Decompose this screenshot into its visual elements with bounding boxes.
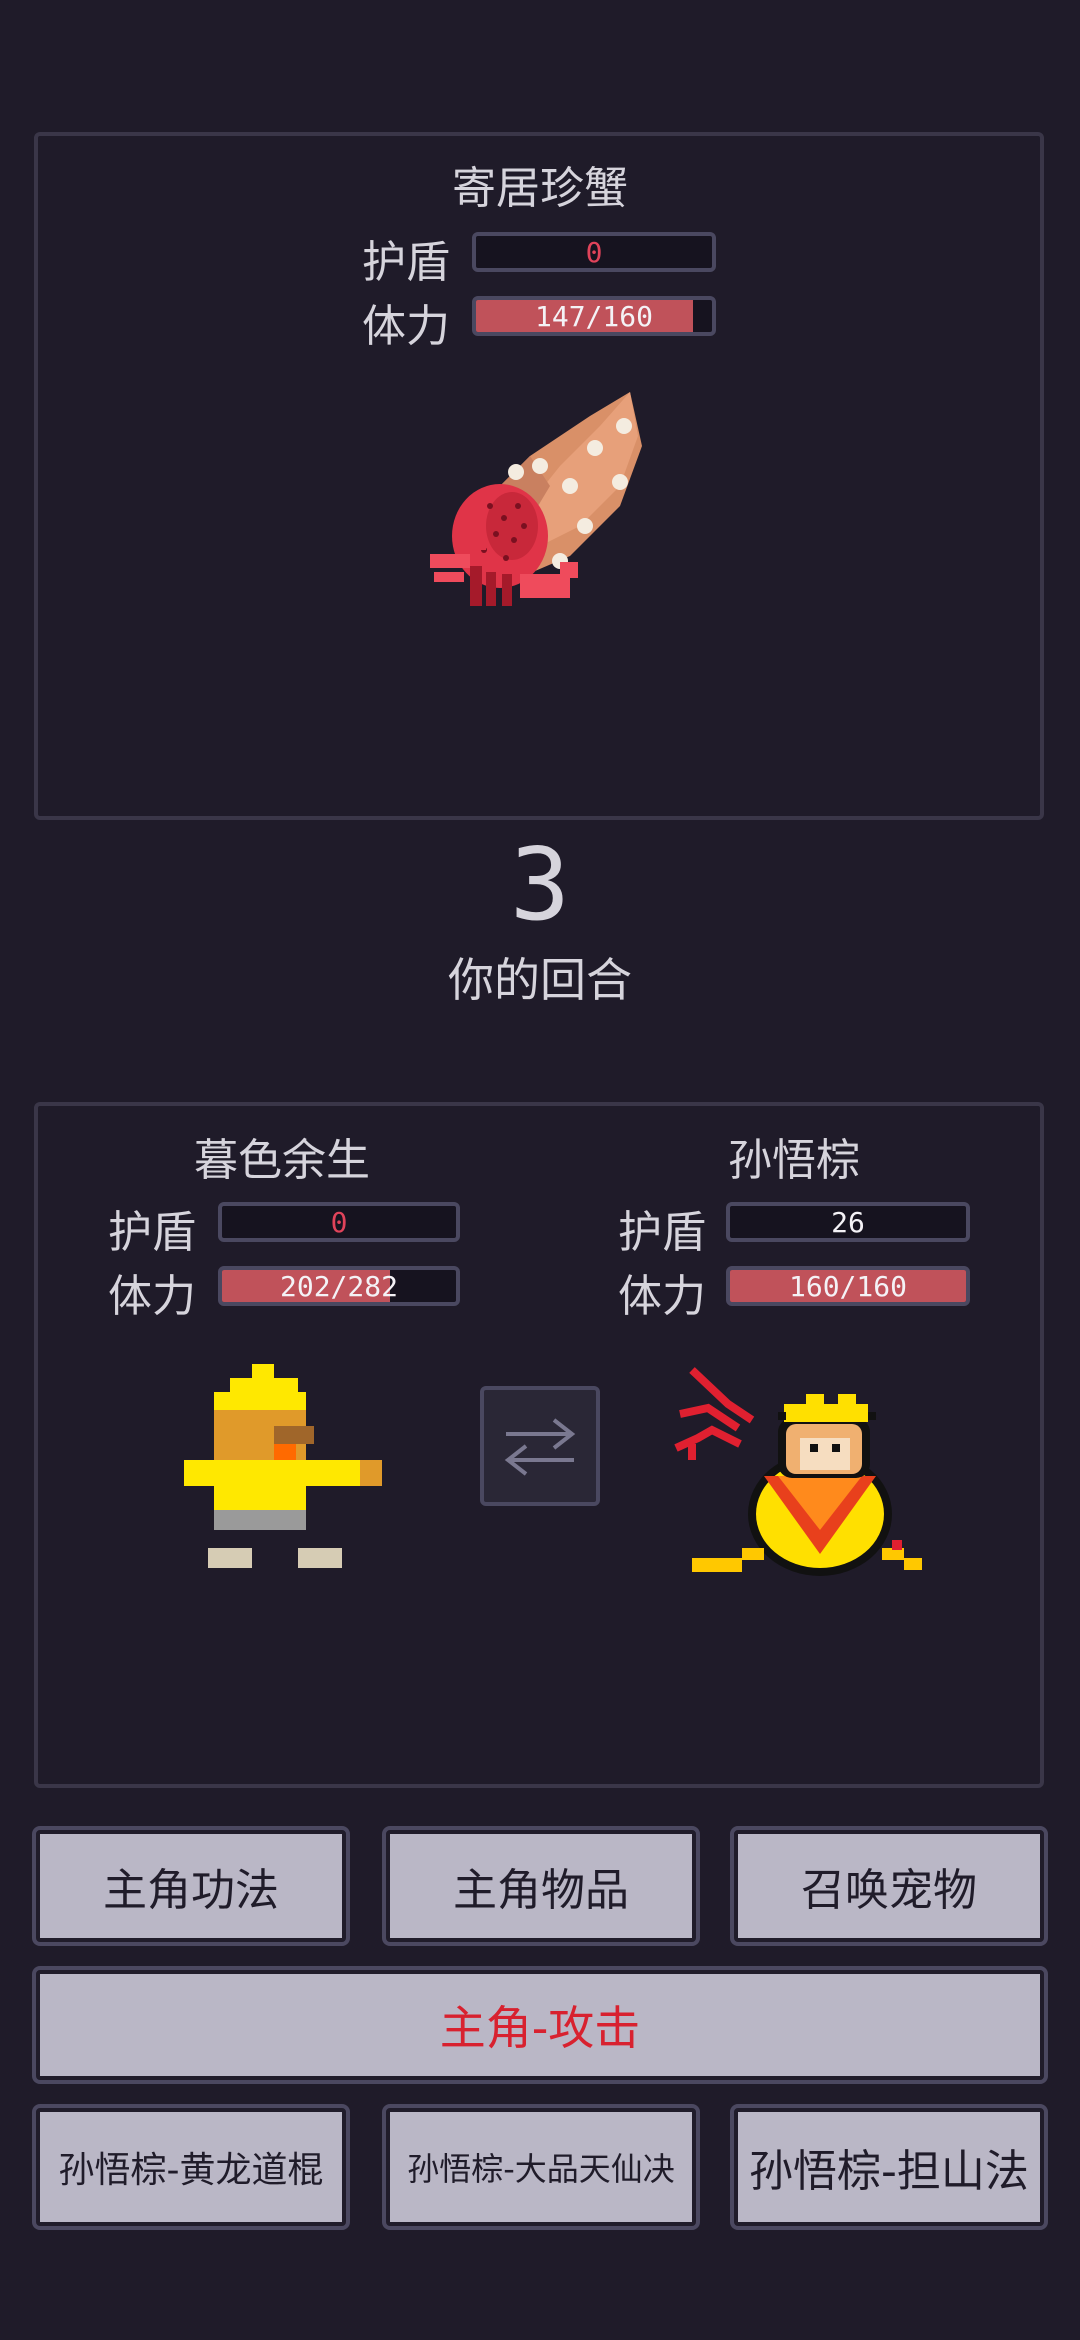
pet-shield-bar: 26: [726, 1202, 970, 1242]
hero-hp-label: 体力: [108, 1271, 196, 1322]
hero-name: 暮色余生: [194, 1135, 370, 1186]
hero-hp-value: 202/282: [279, 1269, 398, 1303]
hero-sprite: [184, 1364, 382, 1568]
pet-hp-label: 体力: [618, 1271, 706, 1322]
hero-shield-value: 0: [330, 1205, 348, 1239]
round-number: 3: [509, 826, 571, 943]
enemy-hp-bar: 147/160: [472, 296, 716, 336]
hero-items-button[interactable]: 主角物品: [386, 1830, 696, 1942]
swap-arrows-icon: [504, 1418, 576, 1476]
enemy-shield-bar: 0: [472, 232, 716, 272]
hero-shield-bar: 0: [218, 1202, 460, 1242]
swap-button[interactable]: [480, 1386, 600, 1506]
pet-sprite: [674, 1367, 922, 1576]
pet-hp-value: 160/160: [788, 1269, 907, 1303]
pet-skill-2-button[interactable]: 孙悟棕-大品天仙决: [386, 2108, 696, 2226]
hero-hp-bar: 202/282: [218, 1266, 460, 1306]
pet-name: 孙悟棕: [728, 1135, 860, 1186]
pet-hp-bar: 160/160: [726, 1266, 970, 1306]
hero-skills-button[interactable]: 主角功法: [36, 1830, 346, 1942]
enemy-hp-label: 体力: [362, 301, 450, 352]
enemy-name: 寄居珍蟹: [452, 163, 628, 214]
enemy-shield-value: 0: [585, 235, 603, 269]
pet-skill-3-button[interactable]: 孙悟棕-担山法: [734, 2108, 1044, 2226]
enemy-hp-value: 147/160: [534, 299, 653, 333]
hermit-crab-sprite: [430, 392, 642, 606]
pet-skill-1-button[interactable]: 孙悟棕-黄龙道棍: [36, 2108, 346, 2226]
pet-shield-label: 护盾: [618, 1207, 706, 1258]
summon-pet-button[interactable]: 召唤宠物: [734, 1830, 1044, 1942]
hero-attack-button[interactable]: 主角-攻击: [36, 1970, 1044, 2080]
turn-indicator: 你的回合: [448, 953, 632, 1007]
hero-shield-label: 护盾: [108, 1207, 196, 1258]
pet-shield-value: 26: [831, 1205, 865, 1239]
enemy-shield-label: 护盾: [362, 237, 450, 288]
